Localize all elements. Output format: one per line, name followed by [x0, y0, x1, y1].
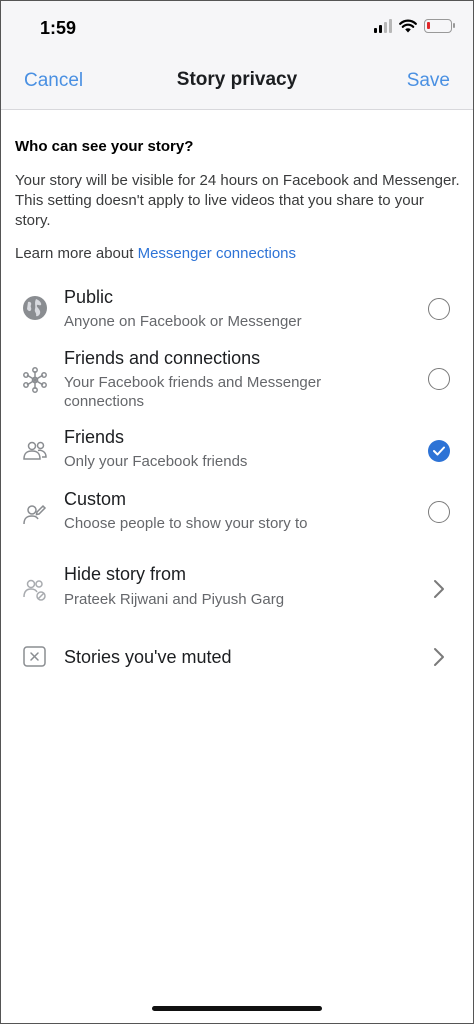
hide-people-icon [23, 579, 46, 601]
wifi-icon [399, 19, 417, 33]
option-title: Friends and connections [64, 348, 261, 368]
chevron-right-icon [434, 648, 444, 666]
messenger-connections-link[interactable]: Messenger connections [138, 245, 296, 262]
muted-box-icon [23, 646, 46, 667]
home-indicator[interactable] [152, 1006, 322, 1011]
section-heading: Who can see your story? [15, 138, 194, 155]
status-icons [374, 19, 455, 33]
radio-friends-and-connections[interactable] [428, 368, 450, 390]
status-time: 1:59 [40, 18, 77, 38]
radio-public[interactable] [428, 298, 450, 320]
muted-stories-title: Stories you've muted [64, 647, 232, 667]
navigation-bar: Cancel Story privacy Save [0, 56, 474, 110]
cancel-button[interactable]: Cancel [24, 70, 83, 92]
option-title: Friends [64, 427, 125, 447]
radio-custom[interactable] [428, 501, 450, 523]
network-icon [23, 367, 47, 393]
custom-person-icon [23, 504, 47, 525]
status-bar: 1:59 [0, 0, 474, 56]
option-friends-and-connections[interactable]: Friends and connections Your Facebook fr… [0, 342, 474, 410]
hide-story-subtitle: Prateek Rijwani and Piyush Garg [64, 591, 285, 608]
option-subtitle: Choose people to show your story to [64, 515, 308, 532]
muted-stories-row[interactable]: Stories you've muted [0, 639, 474, 675]
option-subtitle: Anyone on Facebook or Messenger [64, 313, 302, 330]
friends-icon [23, 441, 47, 460]
chevron-right-icon [434, 580, 444, 598]
option-custom[interactable]: Custom Choose people to show your story … [0, 485, 474, 541]
option-subtitle: Only your Facebook friends [64, 453, 248, 470]
section-description: Your story will be visible for 24 hours … [15, 172, 460, 229]
radio-friends-selected[interactable] [428, 440, 450, 462]
option-title: Custom [64, 489, 127, 509]
option-public[interactable]: Public Anyone on Facebook or Messenger [0, 281, 474, 339]
option-subtitle: Your Facebook friends and Messenger conn… [64, 374, 322, 410]
option-title: Public [64, 287, 114, 307]
cellular-signal-icon [374, 19, 392, 33]
hide-story-row[interactable]: Hide story from Prateek Rijwani and Piyu… [0, 561, 474, 619]
globe-icon [23, 296, 47, 320]
battery-icon [424, 19, 455, 33]
learn-more-text: Learn more about Messenger connections [15, 245, 296, 262]
option-friends[interactable]: Friends Only your Facebook friends [0, 423, 474, 479]
hide-story-title: Hide story from [64, 564, 187, 584]
checkmark-icon [433, 446, 445, 456]
save-button[interactable]: Save [407, 70, 450, 92]
learn-more-prefix: Learn more about [15, 245, 138, 262]
